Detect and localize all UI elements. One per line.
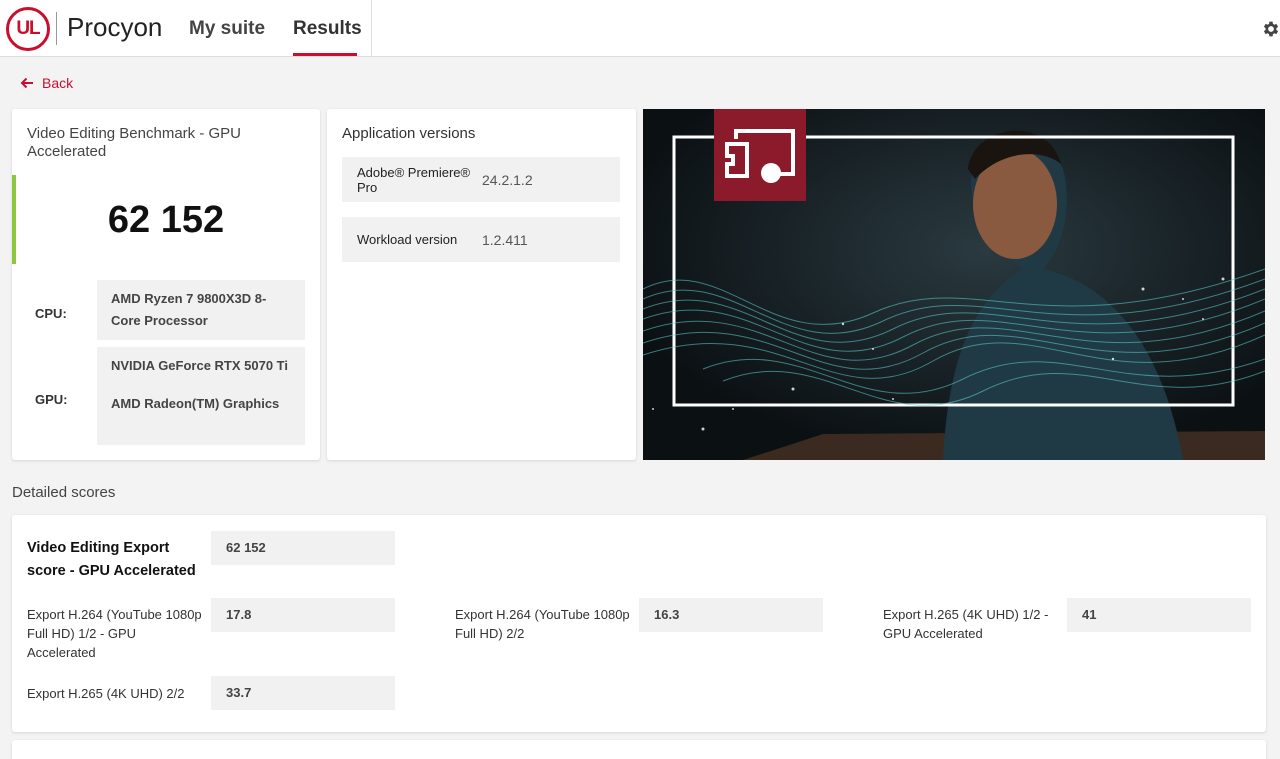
detail-main-name: Video Editing Export score - GPU Acceler… [27, 540, 196, 579]
version-value: 1.2.411 [482, 231, 528, 248]
application-versions-card: Application versions Adobe® Premiere® Pr… [327, 109, 636, 460]
cpu-label: CPU: [35, 306, 67, 321]
detail-item-value: 33.7 [211, 676, 395, 710]
gpu-name-2: AMD Radeon(TM) Graphics [111, 396, 280, 411]
back-link[interactable]: Back [20, 75, 73, 91]
gpu-name-1: NVIDIA GeForce RTX 5070 Ti [111, 358, 289, 373]
nav-my-suite[interactable]: My suite [189, 18, 265, 40]
benchmark-hero-image [643, 109, 1265, 460]
cpu-value: AMD Ryzen 7 9800X3D 8-Core Processor [97, 280, 305, 340]
detail-item-value: 16.3 [639, 598, 823, 632]
detail-item-value: 41 [1067, 598, 1251, 632]
hero-illustration [643, 109, 1265, 460]
versions-title: Application versions [342, 125, 476, 142]
detail-item-name: Export H.264 (YouTube 1080p Full HD) 1/2… [27, 607, 202, 660]
detailed-scores-card: Video Editing Export score - GPU Acceler… [12, 515, 1266, 732]
gpu-label: GPU: [35, 392, 68, 407]
nav-active-indicator [293, 53, 357, 56]
detail-item-value: 17.8 [211, 598, 395, 632]
logo-text: UL [16, 18, 40, 39]
back-label: Back [42, 75, 74, 91]
benchmark-title: Video Editing Benchmark - GPU Accelerate… [27, 125, 241, 160]
gear-icon[interactable] [1261, 19, 1280, 39]
version-key: Workload version [357, 232, 458, 247]
result-summary-card: Video Editing Benchmark - GPU Accelerate… [12, 109, 320, 460]
logo-divider [56, 12, 57, 45]
nav-separator [371, 0, 372, 57]
version-row-workload: Workload version 1.2.411 [342, 217, 620, 262]
detail-item-name: Export H.265 (4K UHD) 1/2 - GPU Accelera… [883, 607, 1049, 641]
brand-name: Procyon [67, 12, 163, 42]
detail-main-value: 62 152 [211, 531, 395, 565]
cpu-name: AMD Ryzen 7 9800X3D 8-Core Processor [111, 291, 267, 328]
ul-logo[interactable]: UL [6, 7, 50, 51]
app-header: UL Procyon My suite Results [0, 0, 1280, 57]
detailed-scores-title: Detailed scores [12, 484, 116, 501]
overall-score: 62 152 [107, 199, 225, 241]
detail-item-name: Export H.264 (YouTube 1080p Full HD) 2/2 [455, 607, 630, 641]
arrow-left-icon [20, 77, 33, 89]
next-section-card [12, 740, 1266, 759]
version-key: Adobe® Premiere® Pro [357, 164, 471, 195]
detail-item-name: Export H.265 (4K UHD) 2/2 [27, 686, 185, 701]
gpu-value: NVIDIA GeForce RTX 5070 Ti AMD Radeon(TM… [97, 347, 305, 445]
version-row-premiere: Adobe® Premiere® Pro 24.2.1.2 [342, 157, 620, 202]
version-value: 24.2.1.2 [482, 171, 533, 188]
nav-results[interactable]: Results [293, 18, 362, 40]
